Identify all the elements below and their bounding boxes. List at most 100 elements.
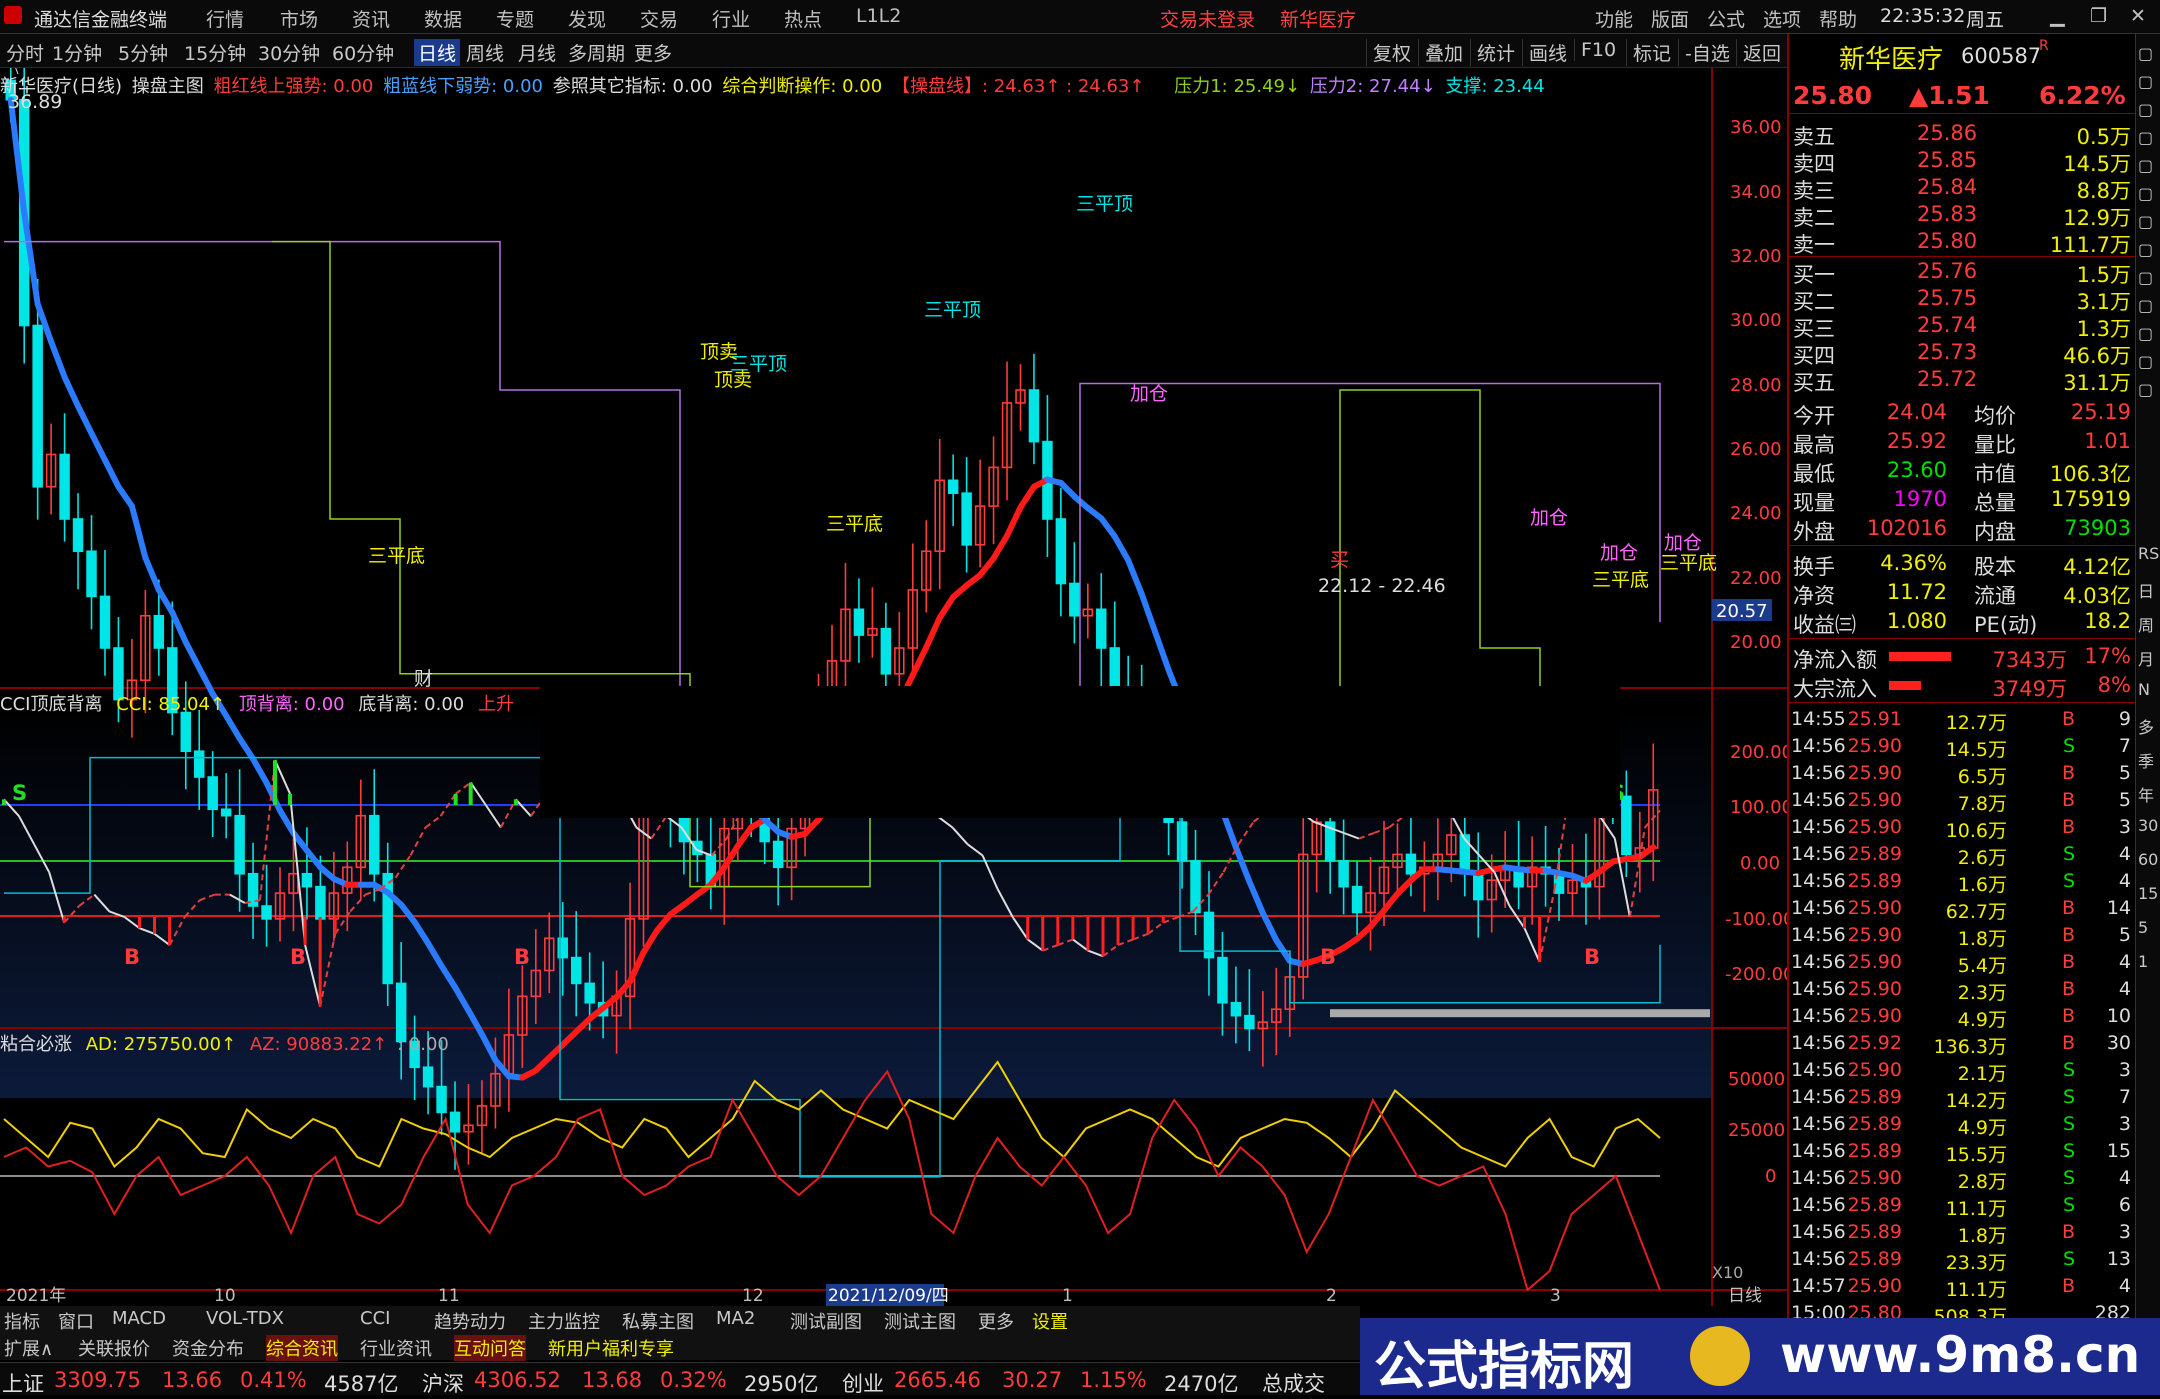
bid-row[interactable]: 买五 25.72 31.1万 <box>1789 366 2137 395</box>
menu-item-hangye[interactable]: 行业 <box>712 5 750 32</box>
indicator-tab[interactable]: MACD <box>112 1308 166 1329</box>
sidebar-item[interactable]: 日 <box>2138 578 2154 602</box>
info-tab[interactable]: 行业资讯 <box>360 1335 432 1361</box>
login-status[interactable]: 交易未登录 <box>1160 5 1255 32</box>
restore-icon[interactable]: ❐ <box>2090 5 2107 27</box>
sidebar-item[interactable]: 30 <box>2138 816 2158 835</box>
layout-icon[interactable]: ▢ <box>2138 296 2153 315</box>
indicator-tab[interactable]: 私募主图 <box>622 1308 694 1334</box>
ask-row[interactable]: 卖一 25.80 111.7万 <box>1789 228 2137 257</box>
sidebar-item[interactable]: RSI <box>2138 544 2160 563</box>
index-n[interactable]: 上证 <box>2 1368 44 1398</box>
trade-row[interactable]: 14:56 25.90 14.5万 S 7 <box>1789 734 2137 761</box>
ask-row[interactable]: 卖二 25.83 12.9万 <box>1789 201 2137 230</box>
indicator-tab[interactable]: 更多 <box>978 1308 1014 1334</box>
tool-fanhui[interactable]: 返回 <box>1736 39 1781 66</box>
tool-tongji[interactable]: 统计 <box>1470 39 1515 66</box>
list-icon[interactable]: ▢ <box>2138 128 2153 147</box>
indicator-tab[interactable]: MA2 <box>716 1308 755 1329</box>
tf-15min[interactable]: 15分钟 <box>184 39 246 66</box>
sidebar-item[interactable]: 月 <box>2138 646 2154 670</box>
ad-name[interactable]: 粘合必涨 <box>0 1034 72 1055</box>
trade-row[interactable]: 14:56 25.89 23.3万 S 13 <box>1789 1247 2137 1274</box>
formula-name[interactable]: 操盘主图 <box>132 76 204 97</box>
indicator-tab[interactable]: 测试副图 <box>790 1308 862 1334</box>
trade-row[interactable]: 14:56 25.90 4.9万 B 10 <box>1789 1004 2137 1031</box>
indicator-tab[interactable]: 设置 <box>1032 1308 1068 1334</box>
indicator-tab[interactable]: 主力监控 <box>528 1308 600 1334</box>
box-icon[interactable]: ▢ <box>2138 268 2153 287</box>
tf-fenshi[interactable]: 分时 <box>6 39 44 66</box>
menu-item-bangzhu[interactable]: 帮助 <box>1819 5 1857 32</box>
page-icon[interactable]: ▢ <box>2138 324 2153 343</box>
trade-row[interactable]: 14:56 25.90 5.4万 B 4 <box>1789 950 2137 977</box>
menu-item-gongshi[interactable]: 公式 <box>1707 5 1745 32</box>
tf-5min[interactable]: 5分钟 <box>118 39 168 66</box>
menu-item-banmian[interactable]: 版面 <box>1651 5 1689 32</box>
trade-row[interactable]: 14:56 25.92 136.3万 B 30 <box>1789 1031 2137 1058</box>
grid-icon[interactable]: ▢ <box>2138 72 2153 91</box>
trade-row[interactable]: 14:56 25.90 10.6万 B 3 <box>1789 815 2137 842</box>
bid-row[interactable]: 买一 25.76 1.5万 <box>1789 258 2137 287</box>
trade-row[interactable]: 14:56 25.89 1.6万 S 4 <box>1789 869 2137 896</box>
info-tab[interactable]: 关联报价 <box>78 1335 150 1361</box>
menu-item-redian[interactable]: 热点 <box>784 5 822 32</box>
tool-huaxian[interactable]: 画线 <box>1522 39 1567 66</box>
tf-daily[interactable]: 日线 <box>414 39 461 66</box>
sidebar-item[interactable]: 1 <box>2138 952 2148 971</box>
tool-diejia[interactable]: 叠加 <box>1418 39 1463 66</box>
trade-row[interactable]: 14:56 25.89 2.6万 S 4 <box>1789 842 2137 869</box>
info-tab[interactable]: 综合资讯 <box>266 1335 338 1361</box>
ask-row[interactable]: 卖四 25.85 14.5万 <box>1789 147 2137 176</box>
menu-item-faxian[interactable]: 发现 <box>568 5 606 32</box>
index-n[interactable]: 沪深 <box>422 1368 464 1398</box>
tf-30min[interactable]: 30分钟 <box>258 39 320 66</box>
bid-row[interactable]: 买四 25.73 46.6万 <box>1789 339 2137 368</box>
tf-60min[interactable]: 60分钟 <box>332 39 394 66</box>
alert-icon[interactable]: ▢ <box>2138 44 2153 63</box>
tool-zixuan[interactable]: -自选 <box>1678 39 1730 66</box>
bid-row[interactable]: 买二 25.75 3.1万 <box>1789 285 2137 314</box>
indicator-tab[interactable]: 指标 <box>4 1308 40 1334</box>
info-tab[interactable]: 新用户福利专享 <box>548 1335 674 1361</box>
sidebar-item[interactable]: 季 <box>2138 748 2154 772</box>
doc-icon[interactable]: ▢ <box>2138 240 2153 259</box>
trade-row[interactable]: 14:56 25.90 2.8万 S 4 <box>1789 1166 2137 1193</box>
sidebar-item[interactable]: 5 <box>2138 918 2148 937</box>
info-tab[interactable]: 互动问答 <box>454 1335 526 1361</box>
trade-row[interactable]: 14:56 25.89 14.2万 S 7 <box>1789 1085 2137 1112</box>
trade-row[interactable]: 14:56 25.90 1.8万 B 5 <box>1789 923 2137 950</box>
indicator-tab[interactable]: CCI <box>360 1308 390 1329</box>
menu-item-shuju[interactable]: 数据 <box>424 5 462 32</box>
ask-row[interactable]: 卖五 25.86 0.5万 <box>1789 120 2137 149</box>
trade-row[interactable]: 14:56 25.89 1.8万 B 3 <box>1789 1220 2137 1247</box>
sidebar-item[interactable]: 年 <box>2138 782 2154 806</box>
kline-chart[interactable]: 36.00 34.00 32.00 30.00 28.00 26.00 24.0… <box>0 68 1787 1306</box>
menu-item-zhuanti[interactable]: 专题 <box>496 5 534 32</box>
ask-row[interactable]: 卖三 25.84 8.8万 <box>1789 174 2137 203</box>
star-icon[interactable]: ▢ <box>2138 380 2153 399</box>
indicator-tab[interactable]: 趋势动力 <box>434 1308 506 1334</box>
indicator-tab[interactable]: 窗口 <box>58 1308 94 1334</box>
menu-item-hangqing[interactable]: 行情 <box>206 5 244 32</box>
menu-item-shichang[interactable]: 市场 <box>280 5 318 32</box>
trade-row[interactable]: 14:56 25.90 62.7万 B 14 <box>1789 896 2137 923</box>
sidebar-item[interactable]: 60 <box>2138 850 2158 869</box>
menu-item-gongneng[interactable]: 功能 <box>1595 5 1633 32</box>
menu-item-zixun[interactable]: 资讯 <box>352 5 390 32</box>
trade-row[interactable]: 14:56 25.89 11.1万 S 6 <box>1789 1193 2137 1220</box>
bid-row[interactable]: 买三 25.74 1.3万 <box>1789 312 2137 341</box>
tool-biaoji[interactable]: 标记 <box>1626 39 1671 66</box>
chart-icon[interactable]: ▢ <box>2138 156 2153 175</box>
cci-name[interactable]: CCI顶底背离 <box>0 694 102 715</box>
trade-row[interactable]: 14:57 25.90 11.1万 B 4 <box>1789 1274 2137 1301</box>
window-icon[interactable]: ▢ <box>2138 100 2153 119</box>
tool-fuquan[interactable]: 复权 <box>1366 39 1411 66</box>
tf-weekly[interactable]: 周线 <box>466 39 504 66</box>
trade-row[interactable]: 14:55 25.91 12.7万 B 9 <box>1789 707 2137 734</box>
trade-row[interactable]: 14:56 25.90 2.1万 S 3 <box>1789 1058 2137 1085</box>
tf-1min[interactable]: 1分钟 <box>52 39 102 66</box>
trade-row[interactable]: 14:56 25.90 2.3万 B 4 <box>1789 977 2137 1004</box>
close-icon[interactable]: ✕ <box>2130 5 2146 27</box>
table-icon[interactable]: ▢ <box>2138 184 2153 203</box>
